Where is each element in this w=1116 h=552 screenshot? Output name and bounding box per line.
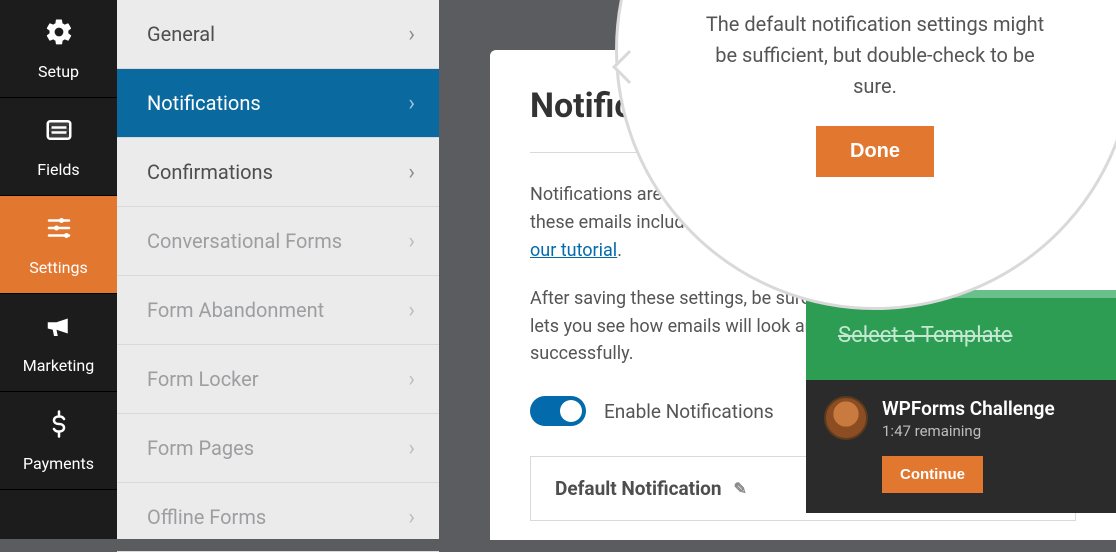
rail-item-fields[interactable]: Fields — [0, 98, 117, 196]
challenge-widget: Select a Template WPForms Challenge 1:47… — [806, 290, 1116, 513]
dollar-icon — [44, 409, 74, 446]
rail-item-marketing[interactable]: Marketing — [0, 294, 117, 392]
rail-item-settings[interactable]: Settings — [0, 196, 117, 294]
chevron-right-icon: › — [408, 160, 415, 185]
chevron-right-icon: › — [408, 229, 415, 254]
submenu-item-form-locker[interactable]: Form Locker › — [117, 345, 439, 414]
submenu-item-form-pages[interactable]: Form Pages › — [117, 414, 439, 483]
popover-body: The default notification settings might … — [700, 9, 1050, 102]
submenu-item-label: Offline Forms — [147, 505, 266, 529]
rail-item-label: Payments — [23, 454, 94, 473]
toggle-label: Enable Notifications — [604, 400, 774, 423]
submenu-item-conversational-forms[interactable]: Conversational Forms › — [117, 207, 439, 276]
submenu-item-notifications[interactable]: Notifications › — [117, 69, 439, 138]
settings-submenu: General › Notifications › Confirmations … — [117, 0, 439, 539]
sullie-avatar-icon — [824, 396, 868, 440]
challenge-time-remaining: 1:47 remaining — [882, 422, 1055, 440]
submenu-item-label: Notifications — [147, 91, 261, 115]
challenge-continue-button[interactable]: Continue — [882, 456, 983, 493]
challenge-step-label: Select a Template — [838, 323, 1012, 348]
rail-item-label: Settings — [29, 258, 87, 277]
submenu-item-label: Form Locker — [147, 367, 259, 391]
pencil-icon[interactable]: ✎ — [733, 479, 746, 498]
submenu-item-label: Confirmations — [147, 160, 273, 184]
chevron-right-icon: › — [408, 22, 415, 47]
challenge-title: WPForms Challenge — [882, 397, 1055, 420]
builder-rail: Setup Fields Settings Marketing Payments — [0, 0, 117, 539]
default-notification-label: Default Notification — [555, 477, 721, 500]
rail-item-setup[interactable]: Setup — [0, 0, 117, 98]
popover-arrow-icon — [612, 50, 646, 84]
challenge-card: WPForms Challenge 1:47 remaining Continu… — [806, 380, 1116, 513]
chevron-right-icon: › — [408, 298, 415, 323]
rail-item-label: Marketing — [23, 356, 94, 375]
submenu-item-label: General — [147, 22, 215, 46]
chevron-right-icon: › — [408, 91, 415, 116]
enable-notifications-toggle[interactable] — [530, 396, 586, 426]
gear-icon — [44, 17, 74, 54]
submenu-item-confirmations[interactable]: Confirmations › — [117, 138, 439, 207]
chevron-right-icon: › — [408, 505, 415, 530]
submenu-item-label: Form Abandonment — [147, 298, 324, 322]
chevron-right-icon: › — [408, 367, 415, 392]
bullhorn-icon — [44, 311, 74, 348]
chevron-right-icon: › — [408, 436, 415, 461]
sliders-icon — [44, 213, 74, 250]
submenu-item-form-abandonment[interactable]: Form Abandonment › — [117, 276, 439, 345]
rail-item-label: Setup — [38, 62, 79, 81]
rail-item-label: Fields — [37, 160, 79, 179]
submenu-item-label: Conversational Forms — [147, 229, 342, 253]
list-icon — [44, 115, 74, 152]
submenu-item-label: Form Pages — [147, 436, 254, 460]
rail-item-payments[interactable]: Payments — [0, 392, 117, 490]
submenu-item-general[interactable]: General › — [117, 0, 439, 69]
submenu-item-offline-forms[interactable]: Offline Forms › — [117, 483, 439, 552]
popover-done-button[interactable]: Done — [816, 126, 934, 177]
